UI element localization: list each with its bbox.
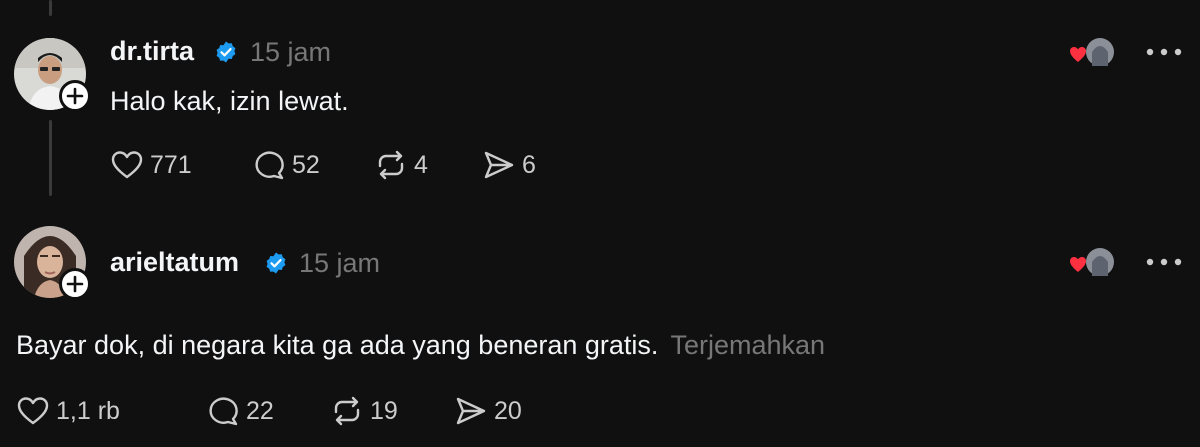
post-body: Halo kak, izin lewat. xyxy=(110,86,349,116)
reply-count: 22 xyxy=(246,396,274,425)
reply-button[interactable]: 22 xyxy=(206,394,274,428)
share-button[interactable]: 6 xyxy=(482,148,536,182)
heart-icon xyxy=(1070,257,1086,272)
repost-button[interactable]: 4 xyxy=(374,148,428,182)
timestamp: 15 jam xyxy=(250,37,332,67)
share-count: 6 xyxy=(522,150,536,179)
translate-link[interactable]: Terjemahkan xyxy=(670,330,825,360)
thread-line-reply xyxy=(49,120,52,196)
thread-line-top xyxy=(49,0,52,16)
verified-badge-icon xyxy=(266,252,286,274)
share-button[interactable]: 20 xyxy=(454,394,522,428)
more-icon[interactable] xyxy=(1144,46,1184,58)
post-text: Halo kak, izin lewat. xyxy=(110,86,349,117)
repost-icon xyxy=(378,150,404,180)
like-count: 771 xyxy=(150,150,192,179)
follow-button-dr-tirta[interactable] xyxy=(59,80,91,112)
liked-by-avatars[interactable] xyxy=(1068,36,1116,70)
username[interactable]: dr.tirta xyxy=(110,36,194,67)
timestamp: 15 jam xyxy=(299,248,381,278)
repost-button[interactable]: 19 xyxy=(330,394,398,428)
like-button[interactable]: 1,1 rb xyxy=(16,394,120,428)
like-count: 1,1 rb xyxy=(56,396,120,425)
reply-count: 52 xyxy=(292,150,320,179)
plus-icon xyxy=(66,87,84,105)
follow-button-arieltatum[interactable] xyxy=(59,268,91,300)
like-button[interactable]: 771 xyxy=(110,148,192,182)
repost-count: 4 xyxy=(414,150,428,179)
reply-button[interactable]: 52 xyxy=(252,148,320,182)
post-body: Bayar dok, di negara kita ga ada yang be… xyxy=(16,330,659,360)
repost-icon xyxy=(334,396,360,426)
repost-count: 19 xyxy=(370,396,398,425)
liked-by-avatars[interactable] xyxy=(1068,246,1116,280)
post-text: Bayar dok, di negara kita ga ada yang be… xyxy=(16,330,825,361)
verified-badge-icon xyxy=(216,41,236,63)
heart-icon xyxy=(17,397,49,425)
plus-icon xyxy=(66,275,84,293)
share-icon xyxy=(456,397,486,425)
share-icon xyxy=(484,151,514,179)
username[interactable]: arieltatum xyxy=(110,247,239,278)
heart-icon xyxy=(1070,47,1086,62)
more-icon[interactable] xyxy=(1144,256,1184,268)
comment-icon xyxy=(255,151,284,180)
comment-icon xyxy=(209,397,238,426)
heart-icon xyxy=(111,151,143,179)
share-count: 20 xyxy=(494,396,522,425)
